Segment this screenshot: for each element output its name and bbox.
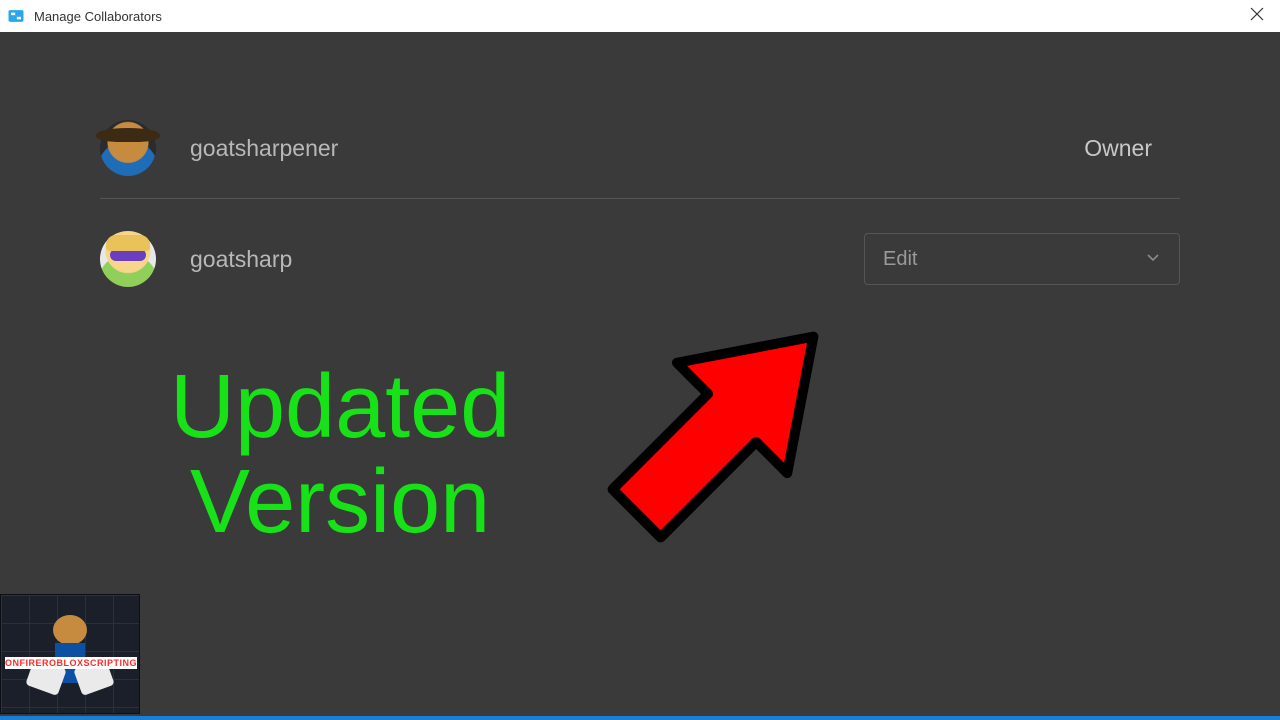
- close-icon: [1250, 7, 1264, 21]
- window-title: Manage Collaborators: [34, 9, 162, 24]
- annotation-arrow-icon: [580, 280, 870, 570]
- collaborator-role: Owner: [1084, 135, 1180, 162]
- chevron-down-icon: [1145, 248, 1161, 271]
- collaborator-row: goatsharp Edit: [100, 213, 1180, 305]
- collaborators-panel: goatsharpener Owner goatsharp Edit: [0, 32, 1280, 305]
- collaborator-username: goatsharpener: [190, 135, 1084, 162]
- row-divider: [100, 198, 1180, 199]
- channel-badge-banner: ONFIREROBLOXSCRIPTING: [5, 657, 137, 669]
- collaborator-username: goatsharp: [190, 246, 864, 273]
- permission-dropdown-value: Edit: [883, 248, 917, 271]
- avatar: [100, 120, 156, 176]
- close-button[interactable]: [1250, 7, 1264, 26]
- window-titlebar: Manage Collaborators: [0, 0, 1280, 32]
- avatar: [100, 231, 156, 287]
- channel-badge-character: [35, 609, 105, 699]
- titlebar-left: Manage Collaborators: [6, 6, 162, 26]
- permission-dropdown[interactable]: Edit: [864, 233, 1180, 285]
- taskbar-accent: [0, 716, 1280, 720]
- app-icon: [6, 6, 26, 26]
- channel-badge: ONFIREROBLOXSCRIPTING: [0, 594, 140, 714]
- annotation-text: Updated Version: [170, 360, 510, 549]
- collaborator-row: goatsharpener Owner: [100, 102, 1180, 194]
- titlebar-controls: [1250, 7, 1274, 26]
